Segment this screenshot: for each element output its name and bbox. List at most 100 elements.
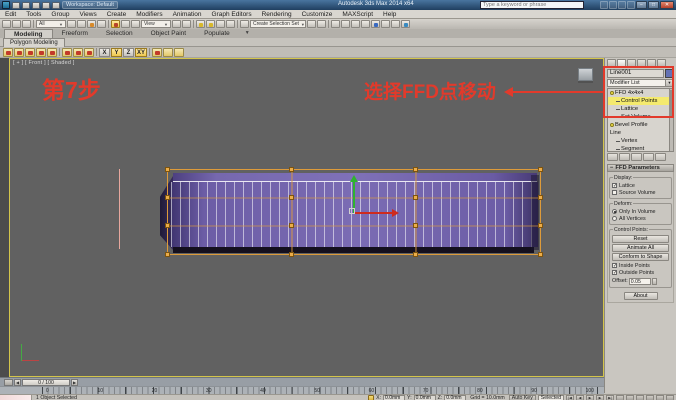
constraint-y-button[interactable]: Y [111,48,122,57]
select-and-move-icon[interactable] [111,20,120,28]
reset-button[interactable]: Reset [612,235,669,243]
y-coordinate-field[interactable]: 0.0mm [414,395,436,400]
tab-selection[interactable]: Selection [97,29,142,38]
loft-path-spline[interactable] [119,169,120,249]
spinner-snap-icon[interactable] [226,20,235,28]
curve-editor-icon[interactable] [351,20,360,28]
ffd-control-point[interactable] [289,223,294,228]
chevron-down-icon[interactable]: ▼ [665,80,673,86]
menu-rendering[interactable]: Rendering [257,11,297,18]
stack-scrollbar[interactable] [669,89,673,151]
ffd-control-point[interactable] [413,167,418,172]
pan-icon[interactable] [646,395,654,400]
conform-to-shape-button[interactable]: Conform to Shape [612,253,669,261]
viewcube-icon[interactable] [578,68,593,81]
go-to-start-icon[interactable]: |◀ [566,395,574,400]
open-file-icon[interactable] [22,2,30,9]
tab-object-paint[interactable]: Object Paint [142,29,195,38]
ffd-control-point[interactable] [413,195,418,200]
open-mini-curve-editor-button[interactable] [4,379,13,386]
search-icon[interactable] [600,1,608,9]
use-pivot-point-icon[interactable] [172,20,181,28]
menu-views[interactable]: Views [74,11,101,18]
play-animation-icon[interactable]: ▶ [586,395,594,400]
ffd-control-point[interactable] [289,252,294,257]
modify-tab-icon[interactable] [617,59,626,67]
material-editor-icon[interactable] [371,20,380,28]
tab-populate[interactable]: Populate [195,29,239,38]
pin-stack-icon[interactable] [607,153,618,161]
preview-multi-icon[interactable] [73,48,83,57]
gizmo-x-axis[interactable] [355,212,393,214]
align-pivot-icon[interactable] [163,48,173,57]
display-tab-icon[interactable] [647,59,656,67]
only-in-volume-radio[interactable]: Only In Volume [612,208,669,215]
animate-all-button[interactable]: Animate All [612,244,669,252]
select-object-icon[interactable] [67,20,76,28]
menu-graph-editors[interactable]: Graph Editors [207,11,257,18]
gizmo-center[interactable] [349,208,355,214]
constraint-x-button[interactable]: X [99,48,110,57]
stack-item-control-points[interactable]: Control Points [608,97,673,105]
motion-tab-icon[interactable] [637,59,646,67]
bind-to-space-warp-icon[interactable] [22,20,31,28]
auto-key-button[interactable]: Auto Key [509,395,536,400]
selection-lock-icon[interactable] [368,395,374,400]
render-production-icon[interactable] [401,20,410,28]
ffd-control-point[interactable] [289,195,294,200]
all-vertices-radio[interactable]: All Vertices [612,215,669,222]
remove-modifier-icon[interactable] [643,153,654,161]
redo-icon[interactable] [52,2,60,9]
element-mode-icon[interactable] [47,48,57,57]
menu-modifiers[interactable]: Modifiers [131,11,167,18]
menu-maxscript[interactable]: MAXScript [337,11,378,18]
outside-points-checkbox[interactable]: ✓Outside Points [612,269,669,276]
front-viewport[interactable]: [ + ] [ Front ] [ Shaded ] 第7步 选择FFD点移动 [9,58,604,377]
ffd-control-point[interactable] [413,223,418,228]
subtab-polygon-modeling[interactable]: Polygon Modeling [3,38,65,47]
graphite-toggle-icon[interactable] [341,20,350,28]
stack-item-vertex[interactable]: Vertex [608,137,673,145]
previous-frame-icon[interactable]: ◀ [14,379,21,386]
show-end-result-icon[interactable] [619,153,630,161]
unlink-selection-icon[interactable] [12,20,21,28]
object-name-field[interactable]: Line001 [607,69,664,78]
favorites-icon[interactable] [618,1,626,9]
window-crossing-icon[interactable] [97,20,106,28]
inside-points-checkbox[interactable]: ✓Inside Points [612,262,669,269]
stack-item-line[interactable]: Line [608,129,673,137]
ffd-parameters-rollout-header[interactable]: −FFD Parameters [607,164,674,172]
viewport-label[interactable]: [ + ] [ Front ] [ Shaded ] [13,60,75,66]
search-input[interactable] [480,1,584,9]
ffd-control-point[interactable] [165,223,170,228]
ribbon-minimize-icon[interactable]: ▼ [245,29,250,38]
object-color-swatch[interactable] [665,69,674,78]
app-logo-icon[interactable] [2,1,10,9]
snap-toggle-icon[interactable] [196,20,205,28]
select-and-scale-icon[interactable] [131,20,140,28]
zoom-icon[interactable] [616,395,624,400]
hierarchy-tab-icon[interactable] [627,59,636,67]
pivot-icon[interactable] [152,48,162,57]
menu-customize[interactable]: Customize [297,11,338,18]
x-coordinate-field[interactable]: 0.0mm [383,395,405,400]
schematic-view-icon[interactable] [361,20,370,28]
next-key-icon[interactable]: ▶ [596,395,604,400]
polygon-mode-icon[interactable] [36,48,46,57]
stack-item-set-volume[interactable]: Set Volume [608,113,673,121]
percent-snap-icon[interactable] [216,20,225,28]
offset-field[interactable]: 0.05 [629,278,651,285]
stack-item-segment[interactable]: Segment [608,145,673,152]
ffd-control-point[interactable] [538,223,543,228]
angle-snap-icon[interactable] [206,20,215,28]
workspace-dropdown[interactable]: Workspace: Default [62,1,118,9]
create-tab-icon[interactable] [607,59,616,67]
minimize-button[interactable]: − [636,1,647,9]
preview-subobject-icon[interactable] [62,48,72,57]
ffd-control-point[interactable] [538,195,543,200]
orbit-icon[interactable] [656,395,664,400]
zoom-all-icon[interactable] [626,395,634,400]
edge-mode-icon[interactable] [14,48,24,57]
stack-item-bevel-profile[interactable]: Bevel Profile [608,121,673,129]
source-volume-checkbox[interactable]: Source Volume [612,189,669,196]
